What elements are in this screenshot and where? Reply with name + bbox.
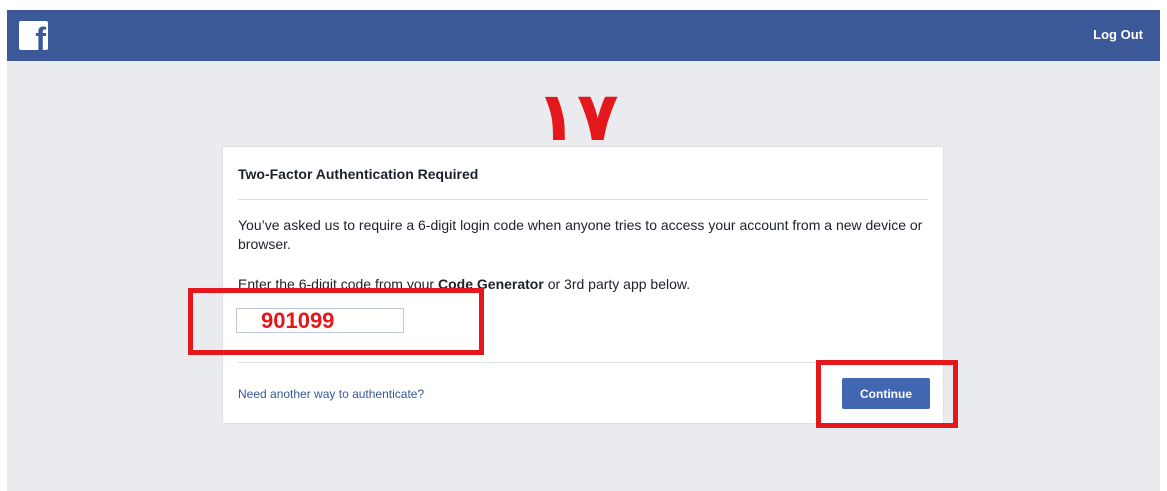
instruction-suffix: or 3rd party app below.	[543, 276, 691, 292]
title-divider	[238, 199, 928, 200]
card-description: You’ve asked us to require a 6-digit log…	[238, 217, 923, 252]
logout-link[interactable]: Log Out	[1093, 27, 1143, 42]
logo-letter: f	[35, 21, 46, 50]
alternate-auth-link[interactable]: Need another way to authenticate?	[238, 387, 424, 401]
code-highlight-box	[188, 288, 484, 355]
facebook-logo-icon[interactable]: f	[19, 21, 48, 50]
continue-highlight-box	[816, 360, 958, 428]
card-title: Two-Factor Authentication Required	[238, 166, 479, 182]
step-number-annotation: ١٧	[535, 78, 618, 148]
top-navigation-bar: f Log Out	[7, 10, 1160, 61]
step-number-text: ١٧	[535, 78, 618, 148]
